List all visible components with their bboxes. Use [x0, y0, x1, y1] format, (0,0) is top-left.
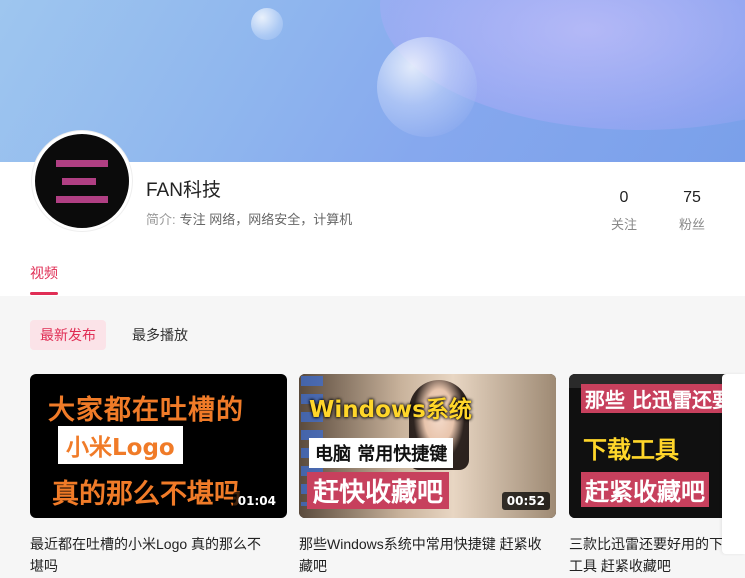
bio-label: 简介:: [146, 212, 176, 227]
thumbnail-caption: 赶紧收藏吧: [581, 472, 709, 507]
channel-banner: [0, 0, 745, 162]
thumbnail-caption: 电脑 常用快捷键: [309, 438, 454, 468]
fans-label: 粉丝: [678, 217, 705, 232]
following-count: 0: [619, 189, 629, 206]
thumbnail-caption: Windows系统: [309, 397, 472, 423]
fans-stat[interactable]: 75 粉丝: [662, 189, 722, 233]
thumbnail-caption: 赶快收藏吧: [307, 472, 450, 509]
thumbnail-caption: 那些 比迅雷还要: [581, 384, 736, 413]
filter-latest-button[interactable]: 最新发布: [30, 320, 106, 350]
thumbnail-caption: 真的那么不堪吗: [52, 479, 241, 510]
banner-bubble-large: [377, 37, 477, 137]
video-card[interactable]: 那些 比迅雷还要 下载工具 赶紧收藏吧 三款比迅雷还要好用的下载工具 赶紧收藏吧: [569, 374, 745, 577]
filter-most-played-button[interactable]: 最多播放: [122, 320, 198, 350]
fans-count: 75: [683, 189, 701, 206]
avatar-logo-bar-bottom: [56, 196, 108, 203]
avatar-logo-bar-top: [56, 160, 108, 167]
video-title[interactable]: 那些Windows系统中常用快捷键 赶紧收藏吧: [299, 533, 544, 577]
channel-name: FAN科技: [146, 180, 221, 201]
thumbnail-caption: 下载工具: [583, 436, 679, 464]
bio-text: 专注 网络，网络安全，计算机: [179, 212, 353, 227]
tab-videos[interactable]: 视频: [30, 263, 58, 283]
channel-bio: 简介: 专注 网络，网络安全，计算机: [146, 209, 352, 228]
video-thumbnail[interactable]: 大家都在吐槽的 小米Logo 真的那么不堪吗 01:04: [30, 374, 287, 518]
video-card[interactable]: 大家都在吐槽的 小米Logo 真的那么不堪吗 01:04 最近都在吐槽的小米Lo…: [30, 374, 287, 577]
thumbnail-caption: 小米Logo: [58, 426, 183, 464]
following-stat[interactable]: 0 关注: [594, 189, 654, 233]
video-thumbnail[interactable]: 那些 比迅雷还要 下载工具 赶紧收藏吧: [569, 374, 745, 518]
following-label: 关注: [610, 217, 637, 232]
video-duration: 00:52: [501, 492, 550, 510]
tab-active-indicator: [30, 292, 58, 295]
video-card[interactable]: Windows系统 电脑 常用快捷键 赶快收藏吧 00:52 那些Windows…: [299, 374, 556, 577]
avatar-logo-bar-middle: [62, 178, 96, 185]
video-title[interactable]: 三款比迅雷还要好用的下载工具 赶紧收藏吧: [569, 533, 739, 577]
scroll-next-button[interactable]: [722, 374, 745, 554]
avatar[interactable]: [32, 131, 132, 231]
video-duration: 01:04: [232, 492, 281, 510]
thumbnail-caption: 大家都在吐槽的: [48, 395, 244, 426]
video-title[interactable]: 最近都在吐槽的小米Logo 真的那么不堪吗: [30, 533, 275, 577]
video-thumbnail[interactable]: Windows系统 电脑 常用快捷键 赶快收藏吧 00:52: [299, 374, 556, 518]
banner-bubble-small: [251, 8, 283, 40]
